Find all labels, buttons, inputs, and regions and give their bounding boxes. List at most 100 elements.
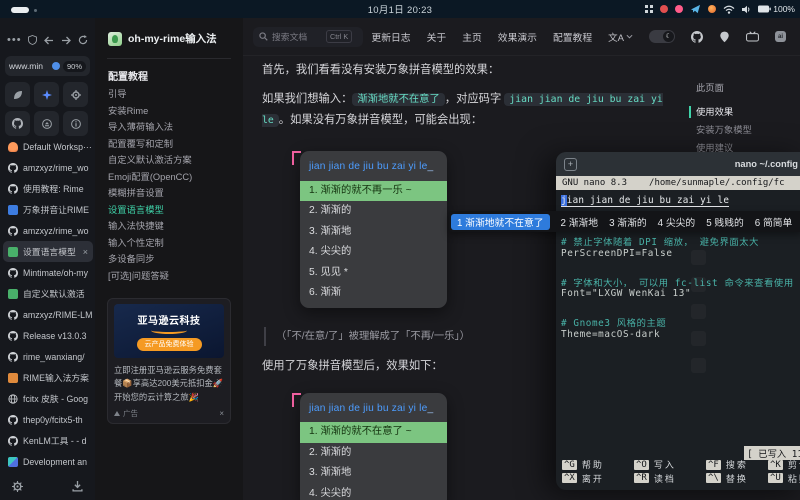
settings-extension-button[interactable] [63,82,88,107]
tab-custom-default[interactable]: 自定义默认激活 [3,283,93,304]
tab-rime-wanxiang[interactable]: rime_wanxiang/ [3,346,93,367]
candidate-1-selected[interactable]: 1. 渐渐的就不再一乐 ~ [300,181,447,202]
language-selector[interactable]: 文A [608,30,633,44]
workspace-indicator[interactable] [11,7,29,13]
ime-candidate-bar: 1 渐渐地就不在意了 2 渐渐地 3 渐渐的 4 尖尖的 5 贱贱的 6 简简单 [449,211,800,232]
tab-development[interactable]: Development an [3,451,93,472]
sidebar-item-language-model-active[interactable]: 设置语言模型 [108,201,236,218]
sidebar-item-personalize[interactable]: 输入个性定制 [108,234,236,251]
download-icon[interactable] [72,481,83,492]
nav-home[interactable]: 主页 [462,30,482,44]
sidebar-item-default-scheme[interactable]: 自定义默认激活方案 [108,151,236,168]
sidebar-item-fuzzy-pinyin[interactable]: 模糊拼音设置 [108,184,236,201]
tab-rime-lm[interactable]: amzxyz/RIME-LM [3,304,93,325]
telegram-icon[interactable] [690,4,701,14]
github-icon [8,415,18,425]
tab-amzxyz-rime[interactable]: amzxyz/rime_wo [3,157,93,178]
reload-icon[interactable] [78,35,88,45]
sidebar-item-install-rime[interactable]: 安装Rime [108,102,236,119]
tab-fcitx-skin[interactable]: fcitx 皮肤 - Goog [3,388,93,409]
clock[interactable]: 10月1日 20:23 [368,2,433,16]
info-extension-button[interactable] [63,111,88,136]
new-tab-icon[interactable]: + [564,158,577,171]
search-box[interactable]: Ctrl K [253,27,363,47]
settings-gear-icon[interactable] [12,481,23,492]
nav-demo[interactable]: 效果演示 [498,30,537,44]
pin-icon[interactable] [719,31,730,43]
terminal-titlebar[interactable]: + nano ~/.config [556,152,800,176]
ime-candidate-3[interactable]: 3 渐渐的 [609,215,647,229]
outline-item-usage-effect[interactable]: 使用效果 [696,103,796,121]
site-logo[interactable]: oh-my-rime输入法 [108,31,217,46]
candidate-5[interactable]: 5. 见见 * [300,263,447,284]
shortcut-key: ^K [768,460,783,470]
shield-icon[interactable] [28,35,37,45]
candidate-4[interactable]: 4. 尖尖的 [300,242,447,263]
sidebar-item-import-mint[interactable]: 导入薄荷输入法 [108,118,236,135]
back-icon[interactable] [44,36,54,45]
search-input[interactable] [272,32,322,42]
tv-icon[interactable] [746,31,759,42]
tab-mintimate[interactable]: Mintimate/oh-my [3,262,93,283]
nav-about[interactable]: 关于 [427,30,447,44]
ime-candidate-5[interactable]: 5 贱贱的 [706,215,744,229]
ad-image[interactable]: 亚马逊云科技 云产品免费体验 [114,304,224,358]
candidate-6[interactable]: 6. 渐渐 [300,283,447,304]
tray-app-red-icon[interactable] [660,5,668,13]
tab-language-model-active[interactable]: 设置语言模型× [3,241,93,262]
tab-default-workspace[interactable]: Default Worksp··· [3,136,93,157]
ad-close-icon[interactable]: × [219,409,224,418]
github-icon[interactable] [691,31,703,43]
sidebar-item-emoji[interactable]: Emoji配置(OpenCC) [108,168,236,185]
tray-app-pink-icon[interactable] [675,5,683,13]
ad-text[interactable]: 立即注册亚马逊云服务免费套餐📦享高达200美元抵扣金🚀开始您的云计算之旅🎉 [114,364,224,404]
volume-icon[interactable] [742,5,751,14]
sidebar-item-faq[interactable]: [可选]问题答疑 [108,267,236,284]
candidate-3[interactable]: 3. 渐渐地 [300,222,447,243]
candidate-1-selected[interactable]: 1. 渐渐的就不在意了 ~ [300,422,447,443]
eject-extension-button[interactable] [34,111,59,136]
tab-thep0y[interactable]: thep0y/fcitx5-th [3,409,93,430]
tab-release[interactable]: Release v13.0.3 [3,325,93,346]
doc-page-icon [8,247,18,257]
candidate-2[interactable]: 2. 渐渐的 [300,201,447,222]
sidebar-item-hotkeys[interactable]: 输入法快捷键 [108,217,236,234]
ime-candidate-selected[interactable]: 1 渐渐地就不在意了 [451,214,550,230]
tab-rime-scheme[interactable]: RIME输入法方案 [3,367,93,388]
nav-changelog[interactable]: 更新日志 [371,30,410,44]
ad-image-button[interactable]: 云产品免费体验 [137,338,202,351]
ad-card[interactable]: 亚马逊云科技 云产品免费体验 立即注册亚马逊云服务免费套餐📦享高达200美元抵扣… [107,298,231,424]
sidebar-item-sync[interactable]: 多设备同步 [108,250,236,267]
grid-icon[interactable] [645,5,653,13]
nav-tutorial[interactable]: 配置教程 [553,30,592,44]
app-icon[interactable]: ai [775,31,786,42]
tab-wanxiang-pinyin[interactable]: 万象拼音让RIME [3,199,93,220]
sparkle-extension-button[interactable] [34,82,59,107]
battery-indicator[interactable]: 100% [758,4,795,14]
ime-candidate-4[interactable]: 4 尖尖的 [658,215,696,229]
sidebar-item-override[interactable]: 配置覆写和定制 [108,135,236,152]
workspace-dot[interactable] [34,9,37,12]
outline-item-install-model[interactable]: 安装万象模型 [696,121,796,139]
tab-kenlm[interactable]: KenLM工具 - - d [3,430,93,451]
url-bar[interactable]: www.min 90% [5,56,90,76]
tray-app-orange-icon[interactable] [708,5,716,13]
site-permission-icon[interactable] [52,62,60,70]
candidate-3[interactable]: 3. 渐渐地 [300,463,447,484]
forward-icon[interactable] [61,36,71,45]
wifi-icon[interactable] [723,5,735,14]
sidebar-section-title[interactable]: 配置教程 [108,68,148,83]
ime-candidate-2[interactable]: 2 渐渐地 [561,215,599,229]
candidate-2[interactable]: 2. 渐渐的 [300,443,447,464]
sidebar-item-guide[interactable]: 引导 [108,85,236,102]
close-icon[interactable]: × [83,247,88,257]
menu-icon[interactable]: ••• [7,35,22,45]
theme-toggle[interactable]: ☾ [649,30,675,43]
github-shortcut-button[interactable] [5,111,30,136]
ime-candidate-6[interactable]: 6 简简单 [755,215,793,229]
leaf-extension-button[interactable] [5,82,30,107]
zoom-badge[interactable]: 90% [63,61,86,72]
tab-usage-tutorial[interactable]: 使用教程: Rime [3,178,93,199]
candidate-4[interactable]: 4. 尖尖的 [300,484,447,500]
tab-amzxyz-rime-2[interactable]: amzxyz/rime_wo [3,220,93,241]
